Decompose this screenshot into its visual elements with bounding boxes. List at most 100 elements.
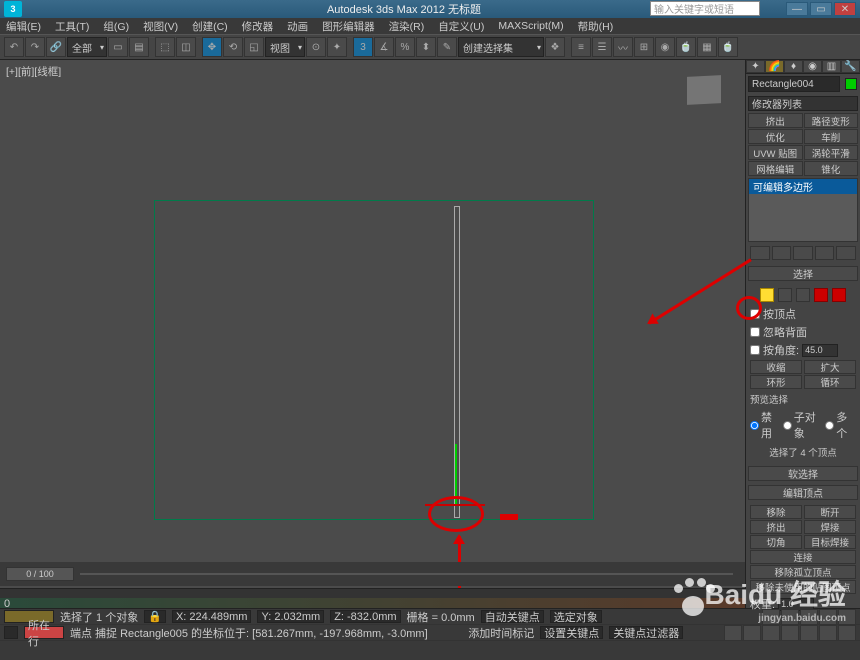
zoom-all-button[interactable] — [743, 625, 761, 641]
subobj-element-button[interactable] — [832, 288, 846, 302]
trackbar-ruler[interactable]: 0 — [0, 598, 745, 608]
mod-lathe[interactable]: 车削 — [804, 129, 859, 144]
manipulate-button[interactable]: ✦ — [327, 37, 347, 57]
select-rect-button[interactable]: ⬚ — [155, 37, 175, 57]
subobj-edge-button[interactable] — [778, 288, 792, 302]
link-button[interactable]: 🔗 — [46, 37, 66, 57]
render-button[interactable]: 🍵 — [718, 37, 738, 57]
menu-tools[interactable]: 工具(T) — [55, 19, 89, 34]
time-slider-knob[interactable]: 0 / 100 — [6, 567, 74, 581]
break-button[interactable]: 断开 — [804, 505, 856, 519]
make-unique-button[interactable] — [793, 246, 813, 260]
object-color-swatch[interactable] — [845, 78, 857, 90]
minimize-button[interactable]: — — [786, 2, 808, 16]
snap-toggle-3-button[interactable]: 3 — [353, 37, 373, 57]
loop-button[interactable]: 循环 — [804, 375, 856, 389]
ignore-backfacing-checkbox[interactable] — [750, 327, 760, 337]
schematic-button[interactable]: ⊞ — [634, 37, 654, 57]
orbit-button[interactable] — [819, 625, 837, 641]
weld-button[interactable]: 焊接 — [804, 520, 856, 534]
pin-stack-button[interactable] — [750, 246, 770, 260]
select-name-button[interactable]: ▤ — [129, 37, 149, 57]
modifier-list-dropdown[interactable]: 修改器列表 — [748, 96, 858, 111]
shrink-button[interactable]: 收缩 — [750, 360, 802, 374]
remove-button[interactable]: 移除 — [750, 505, 802, 519]
select-scale-button[interactable]: ◱ — [244, 37, 264, 57]
next-frame-button[interactable] — [819, 609, 837, 625]
align-button[interactable]: ≡ — [571, 37, 591, 57]
mod-taper[interactable]: 锥化 — [804, 161, 859, 176]
menu-create[interactable]: 创建(C) — [192, 19, 228, 34]
edit-named-sel-button[interactable]: ✎ — [437, 37, 457, 57]
by-angle-checkbox[interactable] — [750, 345, 760, 355]
object-rectangle[interactable] — [154, 200, 594, 520]
layers-button[interactable]: ☰ — [592, 37, 612, 57]
help-search-input[interactable]: 输入关键字或短语 — [650, 1, 760, 16]
menu-views[interactable]: 视图(V) — [143, 19, 178, 34]
viewcube[interactable] — [687, 75, 721, 105]
fov-button[interactable] — [781, 625, 799, 641]
select-move-button[interactable]: ✥ — [202, 37, 222, 57]
lock-selection-button[interactable]: 🔒 — [144, 610, 166, 623]
select-object-button[interactable]: ▭ — [108, 37, 128, 57]
extrude-button[interactable]: 挤出 — [750, 520, 802, 534]
undo-button[interactable]: ↶ — [4, 37, 24, 57]
menu-animation[interactable]: 动画 — [287, 19, 308, 34]
mod-turbosmooth[interactable]: 涡轮平滑 — [804, 145, 859, 160]
viewport-label[interactable]: [+][前][线框] — [6, 64, 61, 79]
time-slider[interactable]: 0 / 100 — [0, 562, 745, 586]
mod-pathdeform[interactable]: 路径变形 — [804, 113, 859, 128]
angle-spinner[interactable]: 45.0 — [802, 344, 838, 357]
modify-tab[interactable]: 🌈 — [765, 60, 784, 73]
viewport-front[interactable]: [+][前][线框] 0 / 100 0 — [0, 60, 746, 608]
coord-x[interactable]: X: 224.489mm — [172, 610, 252, 623]
material-editor-button[interactable]: ◉ — [655, 37, 675, 57]
render-frame-button[interactable]: ▦ — [697, 37, 717, 57]
keymode-dropdown[interactable]: 选定对象 — [550, 610, 602, 623]
rollout-selection[interactable]: 选择 — [748, 266, 858, 281]
subobj-polygon-button[interactable] — [814, 288, 828, 302]
goto-start-button[interactable] — [762, 609, 780, 625]
menu-rendering[interactable]: 渲染(R) — [389, 19, 425, 34]
window-crossing-button[interactable]: ◫ — [176, 37, 196, 57]
move-gizmo[interactable] — [455, 444, 457, 504]
menu-edit[interactable]: 编辑(E) — [6, 19, 41, 34]
mod-extrude[interactable]: 挤出 — [748, 113, 803, 128]
mod-optimize[interactable]: 优化 — [748, 129, 803, 144]
mod-meshedit[interactable]: 网格编辑 — [748, 161, 803, 176]
percent-snap-button[interactable]: % — [395, 37, 415, 57]
coord-z[interactable]: Z: -832.0mm — [330, 610, 400, 623]
create-tab[interactable]: ✦ — [746, 60, 765, 73]
menu-customize[interactable]: 自定义(U) — [438, 19, 484, 34]
subobj-vertex-button[interactable] — [760, 288, 774, 302]
chamfer-button[interactable]: 切角 — [750, 535, 802, 549]
menu-help[interactable]: 帮助(H) — [578, 19, 614, 34]
autokey-button[interactable]: 自动关键点 — [481, 610, 544, 623]
named-selset-dropdown[interactable]: 创建选择集 — [458, 37, 544, 57]
mirror-button[interactable]: ❖ — [545, 37, 565, 57]
refcoord-dropdown[interactable]: 视图 — [265, 37, 305, 57]
zoom-button[interactable] — [724, 625, 742, 641]
zoom-extents-button[interactable] — [762, 625, 780, 641]
display-tab[interactable]: ▥ — [822, 60, 841, 73]
select-rotate-button[interactable]: ⟲ — [223, 37, 243, 57]
menu-modifiers[interactable]: 修改器 — [242, 19, 274, 34]
maximize-viewport-button[interactable] — [838, 625, 856, 641]
setkey-button[interactable]: 设置关键点 — [540, 626, 603, 639]
ring-button[interactable]: 环形 — [750, 375, 802, 389]
rollout-editvertices[interactable]: 编辑顶点 — [748, 485, 858, 500]
menu-group[interactable]: 组(G) — [103, 19, 129, 34]
time-slider-track[interactable] — [80, 573, 733, 575]
selection-filter-dropdown[interactable]: 全部 — [67, 37, 107, 57]
menu-grapheditors[interactable]: 图形编辑器 — [322, 19, 375, 34]
pan-button[interactable] — [800, 625, 818, 641]
curve-editor-button[interactable]: 〰 — [613, 37, 633, 57]
stack-item-editablepoly[interactable]: 可编辑多边形 — [749, 179, 857, 194]
pivot-button[interactable]: ⊙ — [306, 37, 326, 57]
show-end-result-button[interactable] — [772, 246, 792, 260]
remove-modifier-button[interactable] — [815, 246, 835, 260]
subobj-border-button[interactable] — [796, 288, 810, 302]
preview-subobj-radio[interactable] — [783, 421, 792, 430]
remove-iso-button[interactable]: 移除孤立顶点 — [750, 565, 856, 579]
preview-off-radio[interactable] — [750, 421, 759, 430]
